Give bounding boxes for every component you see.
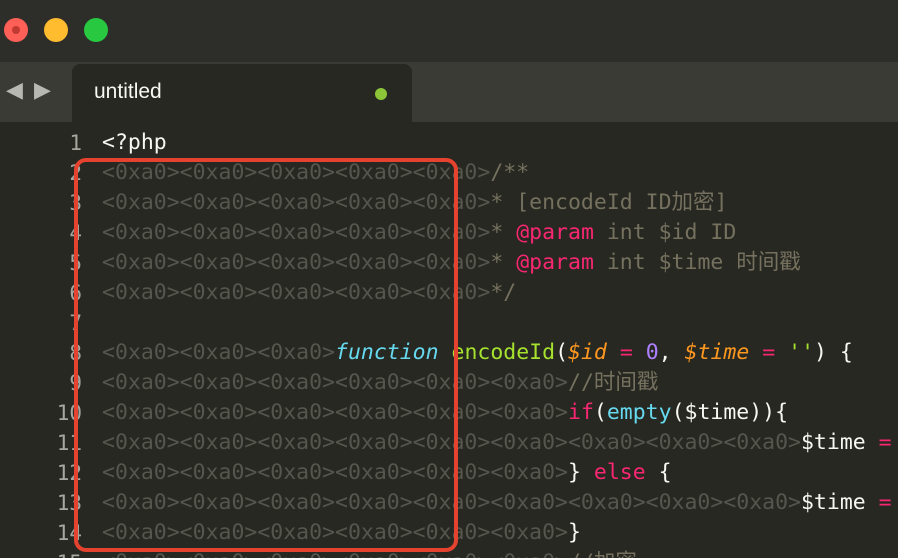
if-keyword: if — [568, 400, 594, 425]
line-number: 13 — [56, 491, 82, 515]
line-number: 4 — [69, 221, 82, 245]
line-number: 3 — [69, 191, 82, 215]
paren: ( — [555, 340, 569, 365]
line-number: 14 — [56, 521, 82, 545]
paren: ( — [593, 400, 607, 425]
nbsp-markers: <0xa0><0xa0><0xa0> — [102, 340, 335, 365]
else-keyword: else — [593, 460, 646, 485]
line-number: 15 — [0, 548, 82, 558]
nbsp-markers: <0xa0><0xa0><0xa0><0xa0><0xa0> — [102, 220, 491, 245]
line-number: 5 — [69, 251, 82, 275]
function-keyword: function — [335, 340, 439, 365]
close-window-button[interactable] — [4, 18, 28, 42]
docblock-tag: @param — [516, 250, 594, 275]
brace: } — [568, 460, 594, 485]
param-variable: $time — [684, 340, 750, 365]
variable: $time — [800, 490, 879, 515]
nbsp-markers: <0xa0><0xa0><0xa0><0xa0><0xa0><0xa0> — [102, 460, 568, 485]
comment-star: * — [490, 250, 517, 275]
nbsp-markers: <0xa0><0xa0><0xa0><0xa0><0xa0><0xa0><0xa… — [102, 430, 801, 455]
minimize-window-button[interactable] — [44, 18, 68, 42]
code-line: <0xa0><0xa0><0xa0>function encodeId($id … — [102, 338, 898, 368]
line-number: 9 — [69, 371, 82, 395]
code-line: <0xa0><0xa0><0xa0><0xa0><0xa0>* [encodeI… — [102, 188, 898, 218]
code-line: <0xa0><0xa0><0xa0><0xa0><0xa0><0xa0><0xa… — [102, 428, 898, 458]
code-line: <0xa0><0xa0><0xa0><0xa0><0xa0>*/ — [102, 278, 898, 308]
tab-untitled[interactable]: untitled — [72, 64, 412, 122]
code-lines: <?php <0xa0><0xa0><0xa0><0xa0><0xa0>/** … — [102, 128, 898, 558]
nbsp-markers: <0xa0><0xa0><0xa0><0xa0><0xa0> — [102, 250, 491, 275]
separator: , — [658, 340, 685, 365]
code-text: { — [645, 460, 672, 485]
code-line: <0xa0><0xa0><0xa0><0xa0><0xa0>* @param i… — [102, 218, 898, 248]
forward-arrow-icon[interactable]: ▶ — [34, 78, 51, 103]
builtin-function: empty — [606, 400, 672, 425]
line-number: 10 — [56, 401, 82, 425]
code-line: <0xa0><0xa0><0xa0><0xa0><0xa0><0xa0>//加密 — [102, 548, 898, 558]
comment-text: */ — [490, 280, 517, 305]
line-number: 1 — [69, 131, 82, 155]
tab-title: untitled — [94, 80, 162, 103]
nbsp-markers: <0xa0><0xa0><0xa0><0xa0><0xa0> — [102, 160, 491, 185]
nbsp-markers: <0xa0><0xa0><0xa0><0xa0><0xa0> — [102, 190, 491, 215]
window-titlebar — [0, 0, 898, 63]
code-text: ($time)){ — [671, 400, 789, 425]
code-line: <0xa0><0xa0><0xa0><0xa0><0xa0><0xa0>if(e… — [102, 398, 898, 428]
back-arrow-icon[interactable]: ◀ — [6, 78, 23, 103]
line-number: 7 — [69, 311, 82, 335]
nbsp-markers: <0xa0><0xa0><0xa0><0xa0><0xa0><0xa0> — [102, 550, 568, 558]
maximize-window-button[interactable] — [84, 18, 108, 42]
comment-text: * [encodeId ID加密] — [490, 190, 728, 215]
line-number: 2 — [69, 161, 82, 185]
brace: } — [568, 520, 581, 545]
code-line: <0xa0><0xa0><0xa0><0xa0><0xa0><0xa0><0xa… — [102, 488, 898, 518]
line-number: 12 — [56, 461, 82, 485]
number-literal: 0 — [645, 340, 659, 365]
nbsp-markers: <0xa0><0xa0><0xa0><0xa0><0xa0><0xa0> — [102, 520, 568, 545]
comment-text: int $time 时间戳 — [593, 250, 801, 275]
code-line: <0xa0><0xa0><0xa0><0xa0><0xa0>* @param i… — [102, 248, 898, 278]
nbsp-markers: <0xa0><0xa0><0xa0><0xa0><0xa0> — [102, 280, 491, 305]
php-open-tag: <?php — [102, 130, 167, 155]
param-variable: $id — [568, 340, 607, 365]
code-line: <0xa0><0xa0><0xa0><0xa0><0xa0><0xa0>} el… — [102, 458, 898, 488]
code-line: <?php — [102, 128, 898, 158]
variable: $time — [800, 430, 879, 455]
function-name: encodeId — [451, 340, 556, 365]
string-literal: '' — [788, 340, 815, 365]
operator: = — [878, 490, 892, 515]
paren-brace: ) { — [814, 340, 853, 365]
line-number: 6 — [69, 281, 82, 305]
unsaved-indicator-icon[interactable] — [375, 88, 387, 100]
code-line: <0xa0><0xa0><0xa0><0xa0><0xa0><0xa0>} — [102, 518, 898, 548]
operator: = — [878, 430, 892, 455]
line-number-gutter: 1 2 3 4 5 6 7 8 9 10 11 12 13 14 15 — [0, 128, 82, 558]
comment-text: //加密 — [568, 550, 637, 558]
operator: = — [749, 340, 789, 365]
nbsp-markers: <0xa0><0xa0><0xa0><0xa0><0xa0><0xa0><0xa… — [102, 490, 801, 515]
line-number: 8 — [69, 341, 82, 365]
docblock-tag: @param — [516, 220, 594, 245]
line-number: 11 — [56, 431, 82, 455]
nbsp-markers: <0xa0><0xa0><0xa0><0xa0><0xa0><0xa0> — [102, 400, 568, 425]
comment-text: int $id ID — [593, 220, 737, 245]
code-line: <0xa0><0xa0><0xa0><0xa0><0xa0>/** — [102, 158, 898, 188]
code-editor[interactable]: 1 2 3 4 5 6 7 8 9 10 11 12 13 14 15 <?ph… — [0, 128, 898, 558]
nbsp-markers: <0xa0><0xa0><0xa0><0xa0><0xa0><0xa0> — [102, 370, 568, 395]
code-line: <0xa0><0xa0><0xa0><0xa0><0xa0><0xa0>//时间… — [102, 368, 898, 398]
comment-text: /** — [490, 160, 530, 185]
operator: = — [606, 340, 646, 365]
comment-text: //时间戳 — [568, 370, 659, 395]
comment-star: * — [490, 220, 517, 245]
